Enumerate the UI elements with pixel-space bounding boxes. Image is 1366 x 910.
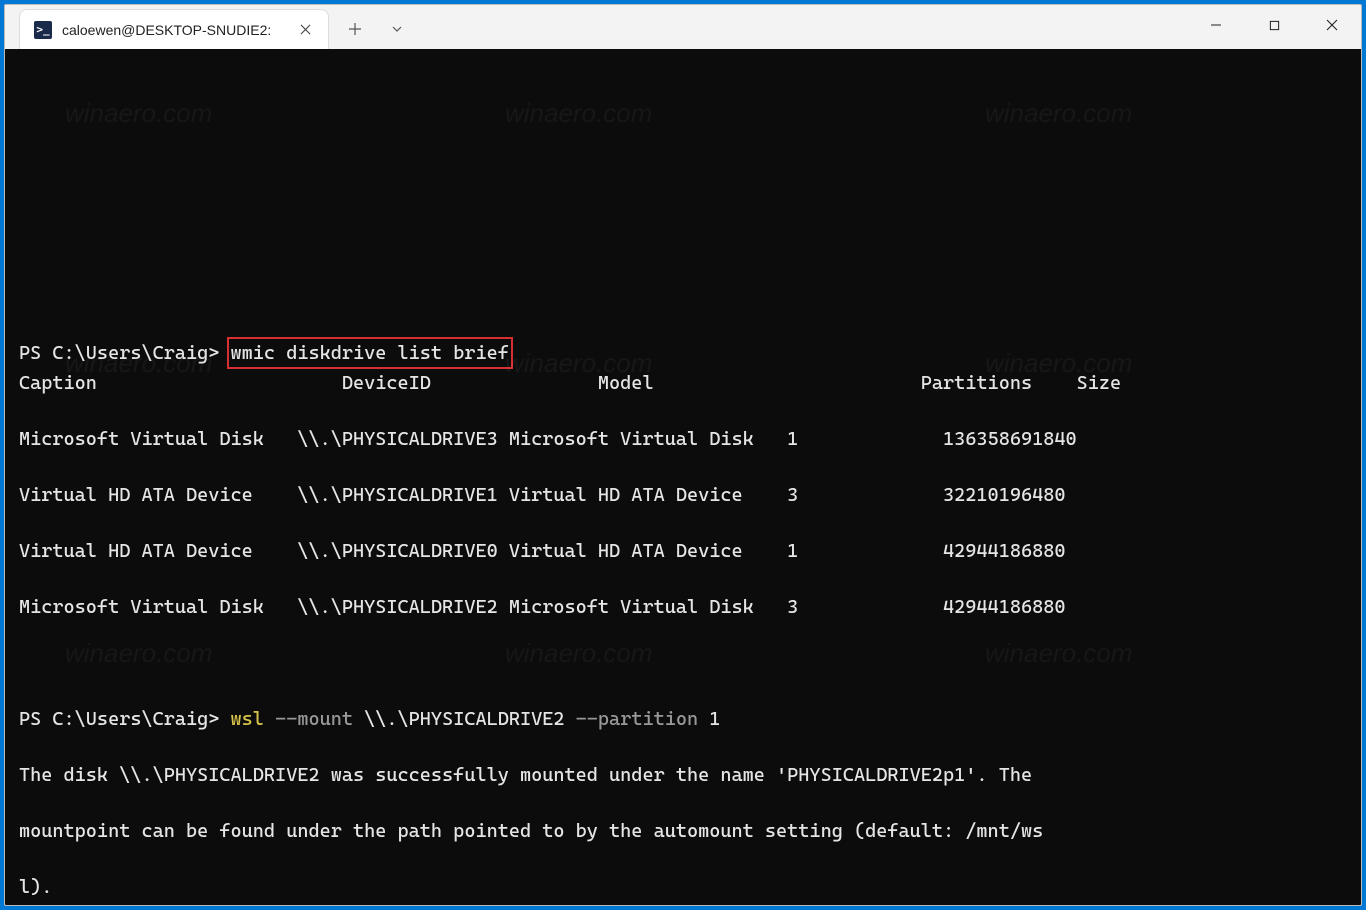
output-line: l). (19, 873, 1347, 901)
highlighted-command: wmic diskdrive list brief (227, 337, 513, 369)
minimize-button[interactable] (1187, 5, 1245, 45)
output-line: The disk \\.\PHYSICALDRIVE2 was successf… (19, 761, 1347, 789)
terminal-window: >_ caloewen@DESKTOP-SNUDIE2: (4, 4, 1362, 906)
prompt-line: PS C:\Users\Craig> wmic diskdrive list b… (19, 337, 1347, 369)
powershell-icon: >_ (34, 21, 52, 39)
titlebar[interactable]: >_ caloewen@DESKTOP-SNUDIE2: (5, 5, 1361, 49)
tab-title: caloewen@DESKTOP-SNUDIE2: (62, 22, 286, 38)
close-button[interactable] (1303, 5, 1361, 45)
watermark: winaero.com (505, 639, 652, 667)
watermark: winaero.com (985, 99, 1132, 127)
tab-dropdown-button[interactable] (377, 9, 417, 49)
terminal-body[interactable]: winaero.com winaero.com winaero.com wina… (5, 49, 1361, 905)
output-line: mountpoint can be found under the path p… (19, 817, 1347, 845)
tab-close-button[interactable] (296, 21, 314, 39)
window-controls (1187, 5, 1361, 49)
watermark: winaero.com (505, 99, 652, 127)
tab-active[interactable]: >_ caloewen@DESKTOP-SNUDIE2: (19, 9, 329, 49)
watermark: winaero.com (65, 639, 212, 667)
watermark: winaero.com (65, 99, 212, 127)
maximize-button[interactable] (1245, 5, 1303, 45)
watermark: winaero.com (985, 639, 1132, 667)
prompt-line: PS C:\Users\Craig> wsl --mount \\.\PHYSI… (19, 705, 1347, 733)
tabbar-actions (335, 9, 417, 49)
new-tab-button[interactable] (335, 9, 375, 49)
wmic-output-table: Caption DeviceID Model Partitions Size M… (19, 372, 1121, 618)
